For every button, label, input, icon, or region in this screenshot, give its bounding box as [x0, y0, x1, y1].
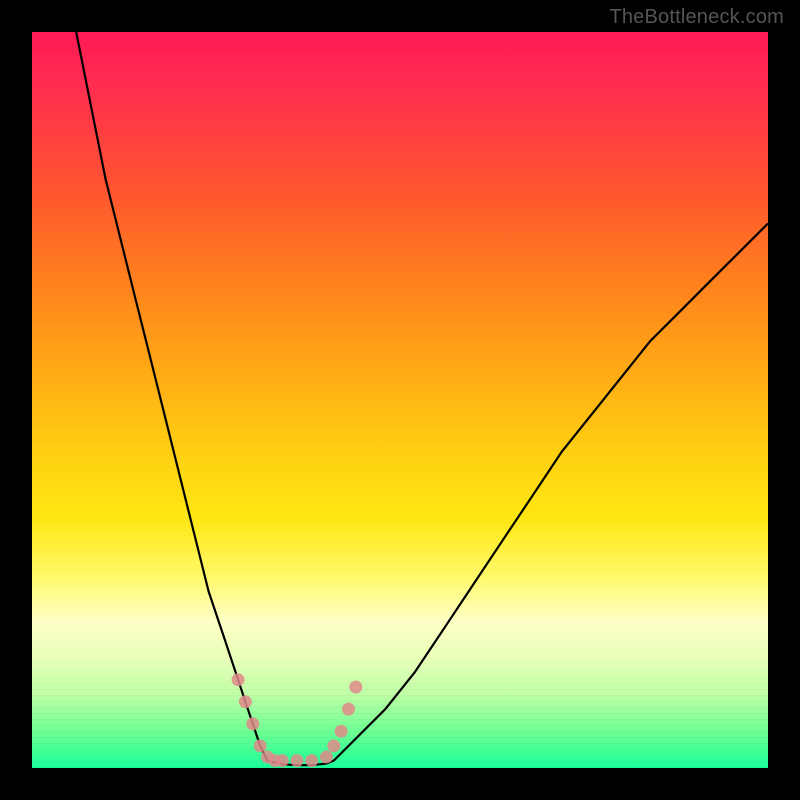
chart-frame: TheBottleneck.com	[0, 0, 800, 800]
highlight-dot	[291, 754, 304, 767]
highlight-dot	[349, 681, 362, 694]
highlight-dot	[246, 717, 259, 730]
highlight-dot	[254, 739, 267, 752]
highlight-dot	[305, 754, 318, 767]
highlight-dot	[232, 673, 245, 686]
highlight-dot	[335, 725, 348, 738]
bottleneck-curve	[76, 32, 768, 765]
highlight-dot	[320, 751, 333, 764]
highlight-dot	[327, 739, 340, 752]
highlight-dot	[276, 754, 289, 767]
curve-layer	[32, 32, 768, 768]
plot-area	[32, 32, 768, 768]
highlight-dot	[342, 703, 355, 716]
curve-path	[76, 32, 768, 765]
highlight-dot	[239, 695, 252, 708]
watermark-text: TheBottleneck.com	[609, 6, 784, 29]
